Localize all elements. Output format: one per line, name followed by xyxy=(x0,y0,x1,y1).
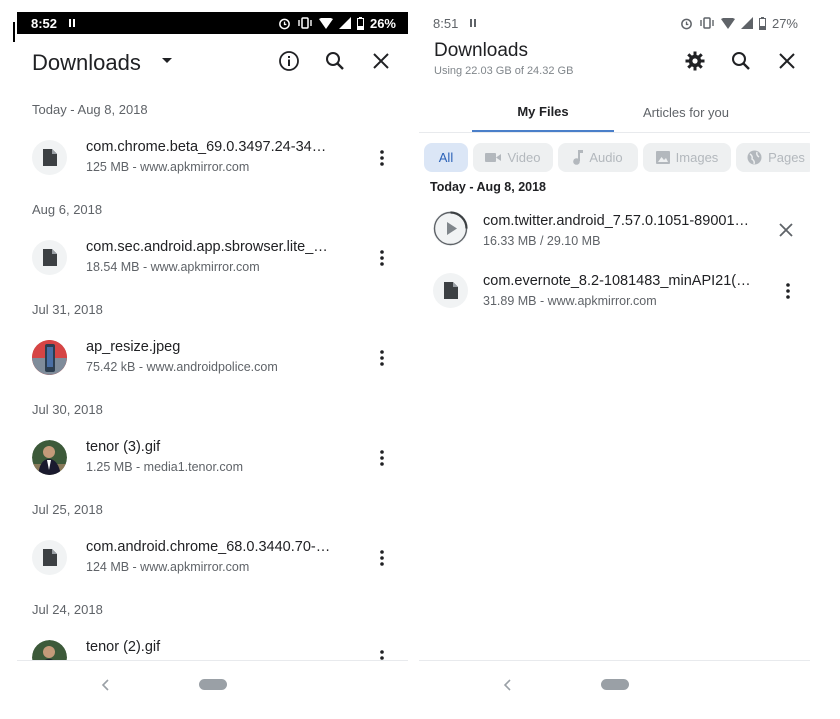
battery-percent: 27% xyxy=(771,15,798,31)
music-note-icon xyxy=(573,150,584,165)
file-name: com.chrome.beta_69.0.3497.24-34… xyxy=(86,139,327,155)
app-title: Downloads xyxy=(434,40,528,61)
battery-icon xyxy=(356,16,364,30)
more-vert-icon[interactable] xyxy=(776,279,800,303)
navigation-bar xyxy=(419,660,810,719)
list-item[interactable]: com.chrome.beta_69.0.3497.24-34… 125 MB … xyxy=(17,127,408,189)
file-name: com.twitter.android_7.57.0.1051-89001… xyxy=(483,213,750,229)
file-name: com.android.chrome_68.0.3440.70-… xyxy=(86,539,331,555)
app-title: Downloads xyxy=(32,50,141,75)
chip-label: Audio xyxy=(589,150,623,165)
file-name: ap_resize.jpeg xyxy=(86,339,181,355)
list-item[interactable]: tenor (3).gif 1.25 MB - media1.tenor.com xyxy=(17,427,408,489)
battery-icon xyxy=(758,16,766,30)
file-icon xyxy=(433,273,468,308)
media-pause-icon xyxy=(69,19,76,27)
download-progress: 16.33 MB / 29.10 MB xyxy=(483,234,601,248)
battery-percent: 26% xyxy=(369,15,396,31)
video-icon xyxy=(485,153,502,162)
navigation-bar xyxy=(17,660,408,719)
file-icon xyxy=(32,540,67,575)
media-pause-icon xyxy=(470,19,477,27)
list-item[interactable]: ap_resize.jpeg 75.42 kB - www.androidpol… xyxy=(17,327,408,389)
more-vert-icon[interactable] xyxy=(370,146,394,170)
globe-icon xyxy=(747,150,762,165)
file-details: 18.54 MB - www.apkmirror.com xyxy=(86,260,260,274)
tab-articles-for-you[interactable]: Articles for you xyxy=(619,92,753,132)
file-name: com.sec.android.app.sbrowser.lite_… xyxy=(86,239,328,255)
image-thumbnail xyxy=(32,340,67,375)
home-pill[interactable] xyxy=(199,679,227,690)
date-header: Jul 25, 2018 xyxy=(32,502,103,517)
close-icon[interactable] xyxy=(773,47,801,75)
signal-icon xyxy=(740,17,753,29)
home-pill[interactable] xyxy=(601,679,629,690)
image-icon xyxy=(655,151,670,164)
more-vert-icon[interactable] xyxy=(370,446,394,470)
chip-label: Pages xyxy=(768,150,805,165)
signal-icon xyxy=(338,17,351,29)
status-bar: 8:52 26% xyxy=(17,12,408,34)
vibrate-icon xyxy=(298,17,312,29)
chip-video[interactable]: Video xyxy=(473,143,553,172)
back-icon[interactable] xyxy=(497,673,517,697)
file-details: 1.25 MB - media1.tenor.com xyxy=(86,460,244,474)
list-item[interactable]: com.twitter.android_7.57.0.1051-89001… 1… xyxy=(419,199,810,261)
status-time: 8:52 xyxy=(31,15,58,31)
screen-divider-mark xyxy=(13,22,15,42)
file-icon xyxy=(32,140,67,175)
list-item[interactable]: com.evernote_8.2-1081483_minAPI21(… 31.8… xyxy=(419,259,810,321)
date-header: Today - Aug 8, 2018 xyxy=(430,180,547,194)
status-time: 8:51 xyxy=(433,15,459,31)
search-icon[interactable] xyxy=(321,47,349,75)
info-icon[interactable] xyxy=(275,47,303,75)
wifi-icon xyxy=(720,17,735,29)
chip-images[interactable]: Images xyxy=(643,143,731,172)
gif-thumbnail xyxy=(32,440,67,475)
status-bar: 8:51 27% xyxy=(419,12,810,34)
tab-bar: My Files Articles for you xyxy=(419,92,810,132)
settings-icon[interactable] xyxy=(681,47,709,75)
chip-label: Images xyxy=(675,150,719,165)
file-name: tenor (2).gif xyxy=(86,639,161,655)
back-icon[interactable] xyxy=(95,673,115,697)
list-item[interactable]: com.android.chrome_68.0.3440.70-… 124 MB… xyxy=(17,527,408,589)
chip-audio[interactable]: Audio xyxy=(558,143,638,172)
date-header: Aug 6, 2018 xyxy=(32,202,103,217)
file-details: 75.42 kB - www.androidpolice.com xyxy=(86,360,278,374)
close-icon[interactable] xyxy=(774,218,798,242)
right-phone-screen: 8:51 27% Downloads Using 22.03 GB of 24.… xyxy=(419,0,810,719)
play-icon[interactable] xyxy=(433,211,468,246)
file-name: com.evernote_8.2-1081483_minAPI21(… xyxy=(483,273,751,289)
alarm-icon xyxy=(681,18,692,29)
close-icon[interactable] xyxy=(367,47,395,75)
date-header: Jul 24, 2018 xyxy=(32,602,103,617)
storage-usage: Using 22.03 GB of 24.32 GB xyxy=(434,65,574,77)
tab-my-files[interactable]: My Files xyxy=(472,92,614,132)
file-details: 125 MB - www.apkmirror.com xyxy=(86,160,250,174)
vibrate-icon xyxy=(700,17,714,29)
tab-divider xyxy=(419,132,810,133)
file-name: tenor (3).gif xyxy=(86,439,161,455)
file-details: 31.89 MB - www.apkmirror.com xyxy=(483,294,657,308)
title-dropdown-icon[interactable] xyxy=(153,47,181,75)
file-details: 124 MB - www.apkmirror.com xyxy=(86,560,250,574)
list-item[interactable]: com.sec.android.app.sbrowser.lite_… 18.5… xyxy=(17,227,408,289)
file-icon xyxy=(32,240,67,275)
wifi-icon xyxy=(318,17,333,29)
date-header: Jul 30, 2018 xyxy=(32,402,103,417)
search-icon[interactable] xyxy=(727,47,755,75)
chip-all[interactable]: All xyxy=(424,143,468,172)
more-vert-icon[interactable] xyxy=(370,246,394,270)
more-vert-icon[interactable] xyxy=(370,346,394,370)
alarm-icon xyxy=(279,18,290,29)
date-header: Jul 31, 2018 xyxy=(32,302,103,317)
filter-chips: All Video Audio Images Pages xyxy=(424,143,810,173)
chip-label: All xyxy=(438,150,454,165)
chip-pages[interactable]: Pages xyxy=(736,143,810,172)
more-vert-icon[interactable] xyxy=(370,546,394,570)
chip-label: Video xyxy=(507,150,541,165)
left-phone-screen: 8:52 26% Downloads Today - Aug 8, 2018 c… xyxy=(17,0,408,719)
date-header: Today - Aug 8, 2018 xyxy=(32,102,148,117)
